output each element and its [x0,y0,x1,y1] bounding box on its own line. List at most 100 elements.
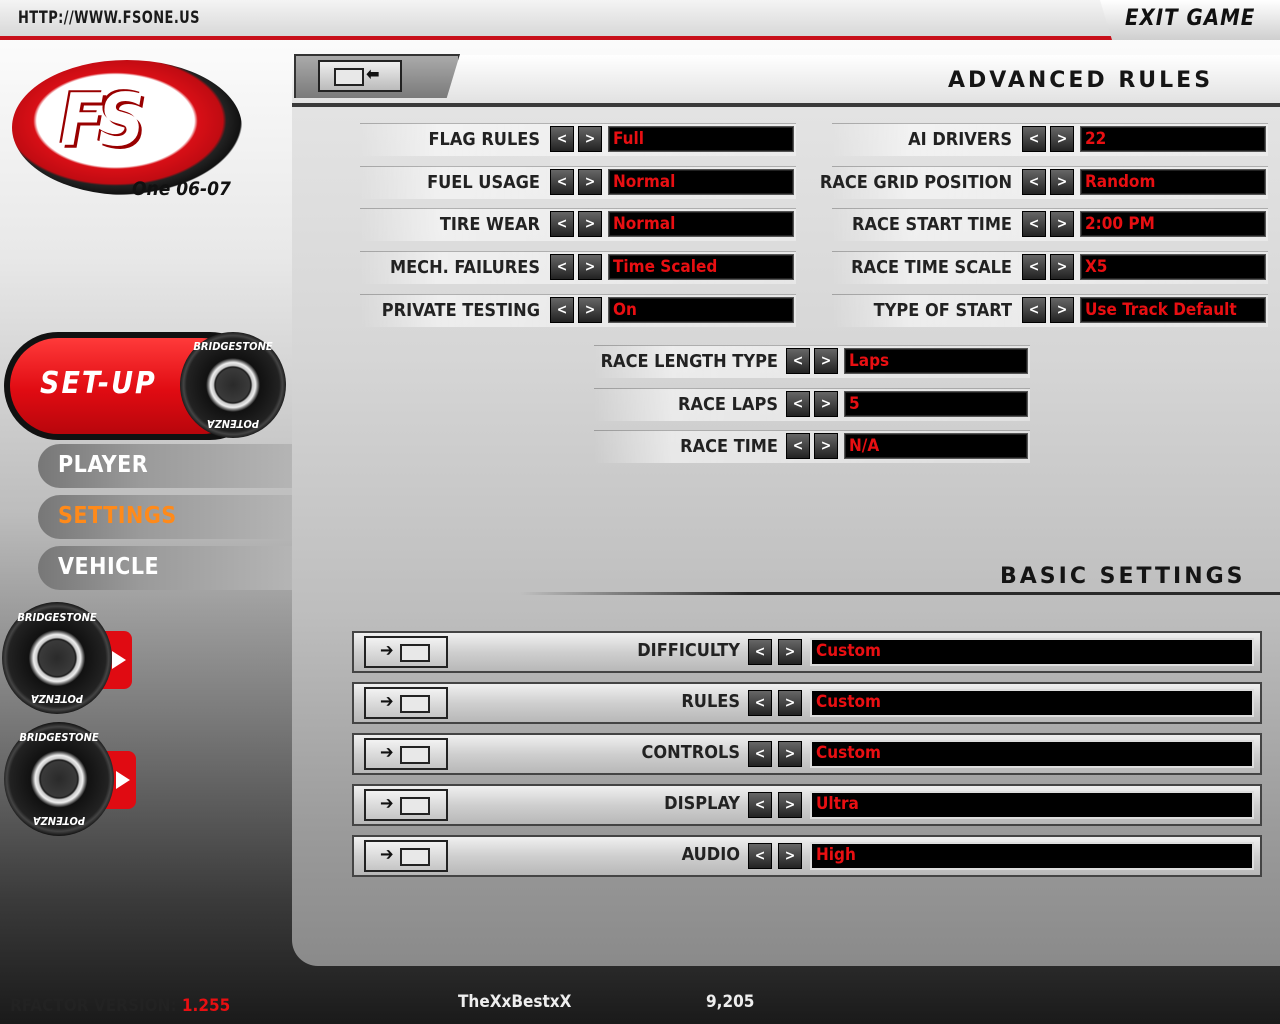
arrow-left-icon: ⬅ [366,64,380,85]
tire-icon: BRIDGESTONE POTENZA [4,722,114,836]
side-tire-button-1[interactable]: BRIDGESTONE POTENZA [0,602,140,718]
menu-item-label: PLAYER [58,452,149,478]
setting-value[interactable]: Time Scaled [608,254,794,280]
back-tab[interactable]: ⬅ [294,54,460,98]
prev-arrow-button[interactable]: < [748,741,772,767]
setting-label: TIRE WEAR [439,214,540,235]
setting-label: RULES [681,691,740,712]
setting-label: TYPE OF START [873,300,1012,321]
arrow-right-icon: ➔ [380,691,394,712]
setting-value[interactable]: 5 [844,391,1028,417]
tire-icon: BRIDGESTONE POTENZA [180,332,286,438]
setting-value[interactable]: Custom [810,689,1254,717]
window-icon [400,848,430,866]
open-detail-button[interactable]: ➔ [364,687,448,719]
next-arrow-button[interactable]: > [1050,297,1074,323]
prev-arrow-button[interactable]: < [550,211,574,237]
setting-value[interactable]: N/A [844,433,1028,459]
advanced-rules-title: ADVANCED RULES [948,68,1214,93]
back-button[interactable]: ⬅ [318,60,402,92]
prev-arrow-button[interactable]: < [1022,297,1046,323]
arrow-right-icon: ➔ [380,844,394,865]
setting-value[interactable]: Use Track Default [1080,297,1266,323]
open-detail-button[interactable]: ➔ [364,636,448,668]
prev-arrow-button[interactable]: < [786,391,810,417]
next-arrow-button[interactable]: > [778,792,802,818]
menu-item-settings[interactable]: SETTINGS [38,495,293,539]
setting-value[interactable]: Normal [608,211,794,237]
next-arrow-button[interactable]: > [778,639,802,665]
prev-arrow-button[interactable]: < [550,126,574,152]
menu-item-vehicle[interactable]: VEHICLE [38,546,293,590]
window-icon [400,695,430,713]
setting-value[interactable]: X5 [1080,254,1266,280]
prev-arrow-button[interactable]: < [786,348,810,374]
exit-game-label: EXIT GAME [1125,6,1256,31]
top-bar: HTTP://WWW.FSONE.US [0,0,1280,40]
prev-arrow-button[interactable]: < [1022,211,1046,237]
setting-value[interactable]: 22 [1080,126,1266,152]
version-label: RFACTOR VERSION: [10,996,177,1016]
prev-arrow-button[interactable]: < [748,843,772,869]
tire-icon: BRIDGESTONE POTENZA [2,602,112,714]
setting-row-mech-failures: MECH. FAILURES < > Time Scaled [360,251,796,284]
setting-value[interactable]: On [608,297,794,323]
exit-game-button[interactable]: EXIT GAME [1100,0,1280,40]
arrow-right-icon: ➔ [380,640,394,661]
prev-arrow-button[interactable]: < [550,169,574,195]
next-arrow-button[interactable]: > [1050,126,1074,152]
prev-arrow-button[interactable]: < [1022,254,1046,280]
open-detail-button[interactable]: ➔ [364,789,448,821]
next-arrow-button[interactable]: > [578,126,602,152]
setting-row-fuel-usage: FUEL USAGE < > Normal [360,166,796,199]
setting-row-race-laps: RACE LAPS < > 5 [594,388,1030,421]
setting-value[interactable]: Random [1080,169,1266,195]
setting-value[interactable]: Custom [810,638,1254,666]
setting-label: DIFFICULTY [637,640,740,661]
setting-value[interactable]: Laps [844,348,1028,374]
next-arrow-button[interactable]: > [778,741,802,767]
prev-arrow-button[interactable]: < [786,433,810,459]
setting-value[interactable]: Custom [810,740,1254,768]
setting-value[interactable]: Normal [608,169,794,195]
next-arrow-button[interactable]: > [578,297,602,323]
basic-settings-title: BASIC SETTINGS [1000,564,1246,589]
next-arrow-button[interactable]: > [578,169,602,195]
open-detail-button[interactable]: ➔ [364,840,448,872]
basic-row-difficulty: ➔ DIFFICULTY < > Custom [352,631,1262,673]
prev-arrow-button[interactable]: < [748,792,772,818]
next-arrow-button[interactable]: > [1050,211,1074,237]
next-arrow-button[interactable]: > [1050,169,1074,195]
setup-label: SET-UP [40,366,157,401]
prev-arrow-button[interactable]: < [748,639,772,665]
setting-value[interactable]: Full [608,126,794,152]
menu-item-label: SETTINGS [58,503,177,529]
prev-arrow-button[interactable]: < [550,297,574,323]
open-detail-button[interactable]: ➔ [364,738,448,770]
basic-row-display: ➔ DISPLAY < > Ultra [352,784,1262,826]
arrow-right-icon: ➔ [380,793,394,814]
prev-arrow-button[interactable]: < [1022,169,1046,195]
setting-row-race-grid-position: RACE GRID POSITION < > Random [820,166,1268,199]
prev-arrow-button[interactable]: < [550,254,574,280]
prev-arrow-button[interactable]: < [748,690,772,716]
next-arrow-button[interactable]: > [1050,254,1074,280]
setting-value[interactable]: High [810,842,1254,870]
next-arrow-button[interactable]: > [814,348,838,374]
logo-subtitle: One 06-07 [132,178,231,200]
tire-brand-text: BRIDGESTONE [19,731,99,745]
setting-value[interactable]: 2:00 PM [1080,211,1266,237]
next-arrow-button[interactable]: > [814,391,838,417]
prev-arrow-button[interactable]: < [1022,126,1046,152]
next-arrow-button[interactable]: > [778,843,802,869]
setting-value[interactable]: Ultra [810,791,1254,819]
next-arrow-button[interactable]: > [814,433,838,459]
next-arrow-button[interactable]: > [778,690,802,716]
next-arrow-button[interactable]: > [578,254,602,280]
setting-label: CONTROLS [641,742,740,763]
next-arrow-button[interactable]: > [578,211,602,237]
menu-item-player[interactable]: PLAYER [38,444,293,488]
version-info: RFACTOR VERSION: 1.255 [10,996,230,1016]
side-tire-button-2[interactable]: BRIDGESTONE POTENZA [0,722,140,838]
player-score: 9,205 [706,992,755,1012]
